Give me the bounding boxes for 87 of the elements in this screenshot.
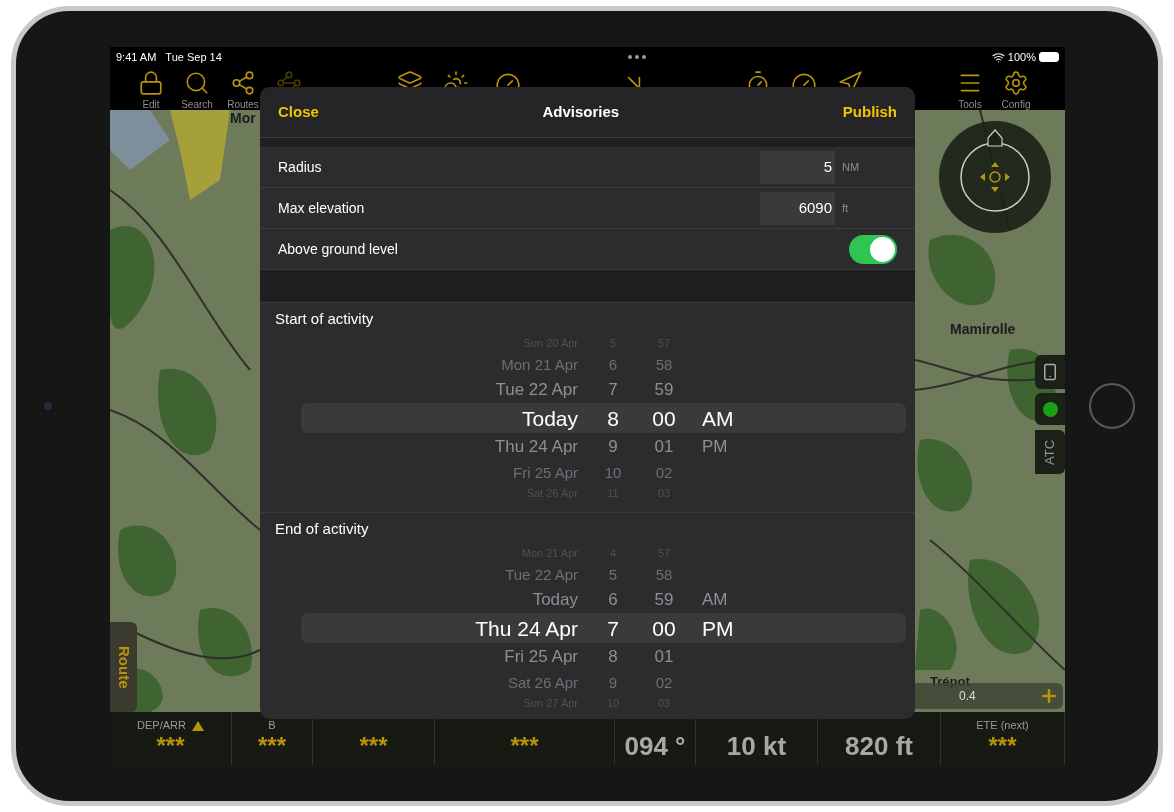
picker-item[interactable]: 8 <box>607 407 619 429</box>
dialog-title: Advisories <box>542 101 620 122</box>
picker-item[interactable]: 5 <box>608 566 618 582</box>
picker-item[interactable]: 01 <box>654 648 674 665</box>
picker-item[interactable]: Tue 22 Apr <box>505 566 578 582</box>
number-field[interactable]: 6090 <box>760 191 835 225</box>
place-label: Mamirolle <box>950 320 1016 339</box>
picker-item[interactable]: PM <box>702 438 728 455</box>
bar-value: *** <box>510 731 539 761</box>
place-label: Trépot <box>930 673 970 691</box>
zoom-in-icon[interactable] <box>1039 686 1059 706</box>
atc-button[interactable]: ATC <box>1035 430 1065 474</box>
picker-item[interactable]: PM <box>702 617 734 639</box>
picker-item[interactable]: 02 <box>655 674 673 690</box>
picker-item[interactable]: AM <box>702 591 728 608</box>
checklist-icon <box>1041 363 1059 381</box>
picker-item[interactable]: Thu 24 Apr <box>475 617 578 639</box>
picker-item[interactable]: 6 <box>608 356 618 372</box>
picker-item[interactable]: Thu 24 Apr <box>494 438 578 455</box>
bar-label: B <box>268 720 276 731</box>
picker-item[interactable]: 8 <box>608 648 618 665</box>
picker-item[interactable]: 59 <box>654 381 674 398</box>
camera-icon <box>44 402 52 410</box>
place-label: Mor <box>230 110 256 128</box>
bar-value: *** <box>156 731 185 761</box>
picker-item[interactable]: Fri 25 Apr <box>512 464 578 480</box>
multitasking-dots-icon[interactable] <box>627 55 646 59</box>
toggle-switch[interactable] <box>849 234 897 264</box>
route-tab[interactable]: Route <box>110 622 137 712</box>
battery-icon <box>1039 52 1059 62</box>
bar-label: ETE (next) <box>976 720 1029 731</box>
picker-item[interactable]: 7 <box>607 617 619 639</box>
status-button[interactable] <box>1035 393 1065 425</box>
toolbar-label: Search <box>181 98 213 112</box>
picker-item[interactable]: Mon 21 Apr <box>501 356 578 372</box>
bar-value: *** <box>988 731 1017 761</box>
picker-item[interactable]: 10 <box>604 464 622 480</box>
picker-item[interactable]: 6 <box>608 591 618 608</box>
picker-item[interactable]: 59 <box>654 591 674 608</box>
toolbar-icon[interactable] <box>1003 70 1029 96</box>
toolbar-label: Edit <box>142 98 160 112</box>
picker-item[interactable]: 58 <box>655 566 673 582</box>
picker-item[interactable]: Today <box>521 407 578 429</box>
picker-item[interactable]: 58 <box>655 356 673 372</box>
bar-value: *** <box>258 731 286 761</box>
picker-item[interactable]: 02 <box>655 464 673 480</box>
scale-value: 0.4 <box>959 689 976 705</box>
picker-item[interactable]: 9 <box>608 674 618 690</box>
bar-label: DEP/ARR <box>137 720 186 731</box>
status-time: 9:41 AM <box>116 49 157 65</box>
row-label: Above ground level <box>278 239 398 259</box>
toolbar-label: Config <box>1001 98 1031 112</box>
toolbar-label: Tools <box>958 98 982 112</box>
picker-item[interactable]: AM <box>702 407 734 429</box>
picker-item[interactable]: 7 <box>608 381 618 398</box>
number-field[interactable]: 5 <box>760 150 835 184</box>
picker-item[interactable]: Fri 25 Apr <box>504 648 578 665</box>
toolbar-label: Routes <box>227 98 259 112</box>
picker-item[interactable]: 00 <box>652 617 676 639</box>
section-title: Start of activity <box>274 309 375 329</box>
checklist-button[interactable] <box>1035 355 1065 389</box>
bar-value: 820 ft <box>845 731 913 761</box>
row-label: Max elevation <box>278 198 365 218</box>
publish-button[interactable]: Publish <box>842 100 897 124</box>
home-button[interactable] <box>1088 383 1135 429</box>
caret-icon[interactable] <box>191 720 204 731</box>
close-button[interactable]: Close <box>278 100 319 124</box>
picker-item[interactable]: Tue 22 Apr <box>495 381 578 398</box>
row-label: Radius <box>278 157 322 177</box>
battery-percent: 100% <box>1007 49 1036 65</box>
toolbar-icon[interactable] <box>230 70 256 96</box>
section-title: End of activity <box>274 519 370 539</box>
picker-item[interactable]: Today <box>532 591 578 608</box>
toolbar-icon[interactable] <box>138 70 164 96</box>
unit-label: NM <box>841 159 861 175</box>
compass-drawing[interactable] <box>938 120 1052 234</box>
bar-value: 094 ° <box>624 731 686 761</box>
bar-value: *** <box>359 731 388 761</box>
unit-label: ft <box>841 200 850 216</box>
picker-item[interactable]: 00 <box>652 407 676 429</box>
picker-item[interactable]: Sat 26 Apr <box>507 674 578 690</box>
bar-value: 10 kt <box>726 731 787 761</box>
status-date: Tue Sep 14 <box>165 49 222 65</box>
picker-item[interactable]: 9 <box>608 438 618 455</box>
picker-item[interactable]: 01 <box>654 438 674 455</box>
wifi-icon <box>991 50 1005 64</box>
toolbar-icon[interactable] <box>184 70 210 96</box>
